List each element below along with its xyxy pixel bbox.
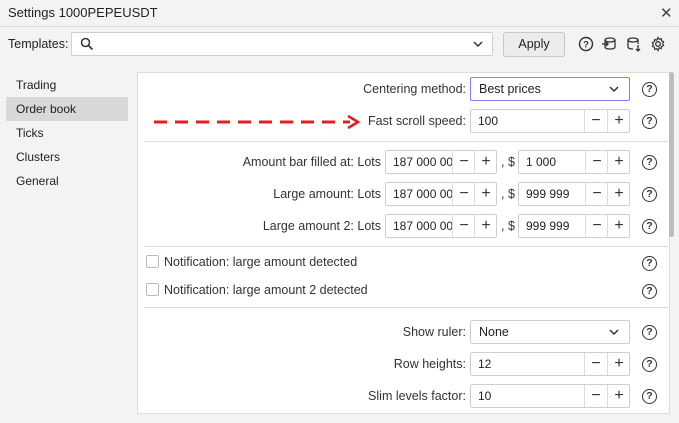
currency-separator: , $ [501,155,515,169]
window-title: Settings 1000PEPEUSDT [8,5,158,20]
decrement-button[interactable]: − [453,183,475,205]
decrement-button[interactable]: − [585,385,607,407]
help-icon[interactable]: ? [642,155,657,170]
large-amount-2-lots-stepper[interactable]: 187 000 000 − + [385,214,497,238]
import-icon[interactable] [601,36,617,52]
sidebar-item-order-book[interactable]: Order book [6,97,128,121]
templates-row: Templates: Apply ? [0,27,679,63]
amount-bar-lots-value: 187 000 000 [393,155,453,169]
decrement-button[interactable]: − [453,151,475,173]
help-icon[interactable]: ? [642,389,657,404]
slim-levels-label: Slim levels factor: [368,389,466,403]
large-amount-2-label: Large amount 2: Lots [262,219,381,233]
database-export-icon[interactable] [626,36,642,52]
increment-button[interactable]: + [608,385,629,407]
centering-method-select[interactable]: Best prices [470,77,630,101]
sidebar-item-general[interactable]: General [6,169,128,193]
large-amount-lots-value: 187 000 000 [393,187,453,201]
increment-button[interactable]: + [475,151,496,173]
help-icon[interactable]: ? [642,325,657,340]
decrement-button[interactable]: − [453,215,475,237]
large-amount-usd-stepper[interactable]: 999 999 − + [518,182,630,206]
help-icon[interactable]: ? [642,82,657,97]
slim-levels-stepper[interactable]: 10 − + [470,384,630,408]
row-heights-label: Row heights: [393,357,466,371]
sidebar-item-trading[interactable]: Trading [6,73,128,97]
help-icon[interactable]: ? [642,187,657,202]
apply-button[interactable]: Apply [503,32,565,57]
decrement-button[interactable]: − [585,110,607,132]
templates-select[interactable] [71,32,493,56]
amount-bar-usd-value: 1 000 [526,155,557,169]
row-heights-stepper[interactable]: 12 − + [470,352,630,376]
slim-levels-value: 10 [478,389,492,403]
panel-scrollbar[interactable] [669,72,674,237]
templates-label: Templates: [8,37,69,51]
chevron-down-icon [609,86,619,93]
notify-large-checkbox[interactable] [146,255,159,268]
settings-sidebar: Trading Order book Ticks Clusters Genera… [6,72,130,414]
increment-button[interactable]: + [475,183,496,205]
sidebar-item-clusters[interactable]: Clusters [6,145,128,169]
svg-text:?: ? [583,40,589,51]
show-ruler-select[interactable]: None [470,320,630,344]
row-heights-value: 12 [478,357,492,371]
show-ruler-label: Show ruler: [402,325,466,339]
chevron-down-icon [609,329,619,336]
increment-button[interactable]: + [608,110,629,132]
search-icon [80,37,94,51]
large-amount-2-lots-value: 187 000 000 [393,219,453,233]
decrement-button[interactable]: − [585,353,607,375]
centering-method-value: Best prices [479,82,541,96]
currency-separator: , $ [501,187,515,201]
increment-button[interactable]: + [608,215,629,237]
section-divider [144,307,668,308]
show-ruler-value: None [479,325,509,339]
increment-button[interactable]: + [608,151,629,173]
amount-bar-lots-stepper[interactable]: 187 000 000 − + [385,150,497,174]
large-amount-2-usd-value: 999 999 [526,219,570,233]
increment-button[interactable]: + [608,353,629,375]
currency-separator: , $ [501,219,515,233]
gear-icon[interactable] [650,36,666,52]
notify-large-2-label: Notification: large amount 2 detected [164,283,368,297]
large-amount-lots-stepper[interactable]: 187 000 000 − + [385,182,497,206]
large-amount-2-usd-stepper[interactable]: 999 999 − + [518,214,630,238]
chevron-down-icon [473,41,483,48]
notify-large-2-checkbox[interactable] [146,283,159,296]
fast-scroll-speed-label: Fast scroll speed: [368,114,466,128]
centering-method-label: Centering method: [363,82,466,96]
large-amount-usd-value: 999 999 [526,187,570,201]
sidebar-item-ticks[interactable]: Ticks [6,121,128,145]
decrement-button[interactable]: − [586,183,608,205]
section-divider [144,141,668,142]
increment-button[interactable]: + [475,215,496,237]
decrement-button[interactable]: − [586,215,608,237]
fast-scroll-speed-value: 100 [478,114,499,128]
fast-scroll-speed-stepper[interactable]: 100 − + [470,109,630,133]
decrement-button[interactable]: − [586,151,608,173]
increment-button[interactable]: + [608,183,629,205]
section-divider [144,246,668,247]
help-icon[interactable]: ? [642,284,657,299]
help-icon[interactable]: ? [578,36,594,52]
close-icon[interactable]: ✕ [660,4,673,22]
help-icon[interactable]: ? [642,357,657,372]
amount-bar-label: Amount bar filled at: Lots [242,155,381,169]
help-icon[interactable]: ? [642,114,657,129]
title-bar: Settings 1000PEPEUSDT ✕ [0,0,679,27]
notify-large-label: Notification: large amount detected [164,255,358,269]
help-icon[interactable]: ? [642,219,657,234]
help-icon[interactable]: ? [642,256,657,271]
large-amount-label: Large amount: Lots [273,187,381,201]
amount-bar-usd-stepper[interactable]: 1 000 − + [518,150,630,174]
